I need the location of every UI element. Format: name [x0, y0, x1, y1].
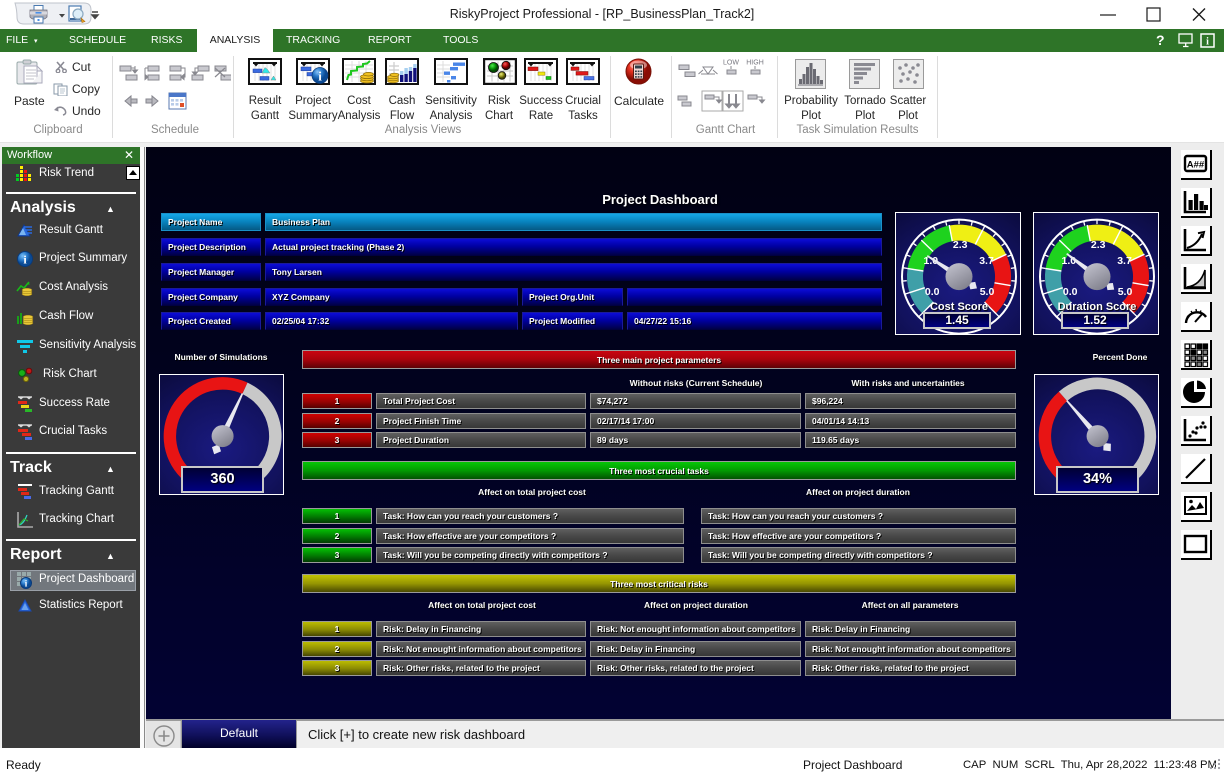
svg-text:3.7: 3.7 — [1117, 255, 1132, 267]
svg-text:A##: A## — [1187, 160, 1205, 171]
svg-text:2.3: 2.3 — [1091, 239, 1106, 251]
svg-text:3.7: 3.7 — [979, 255, 994, 267]
svg-text:i: i — [318, 69, 322, 84]
svg-text:5.0: 5.0 — [1118, 286, 1133, 298]
svg-text:2.3: 2.3 — [953, 239, 968, 251]
svg-text:1.0: 1.0 — [1061, 255, 1076, 267]
svg-text:LOW: LOW — [723, 60, 739, 67]
svg-text:i: i — [1206, 37, 1209, 48]
svg-text:0.0: 0.0 — [925, 286, 940, 298]
svg-text:HIGH: HIGH — [746, 60, 764, 67]
svg-text:0.0: 0.0 — [1063, 286, 1078, 298]
svg-text:5.0: 5.0 — [980, 286, 995, 298]
